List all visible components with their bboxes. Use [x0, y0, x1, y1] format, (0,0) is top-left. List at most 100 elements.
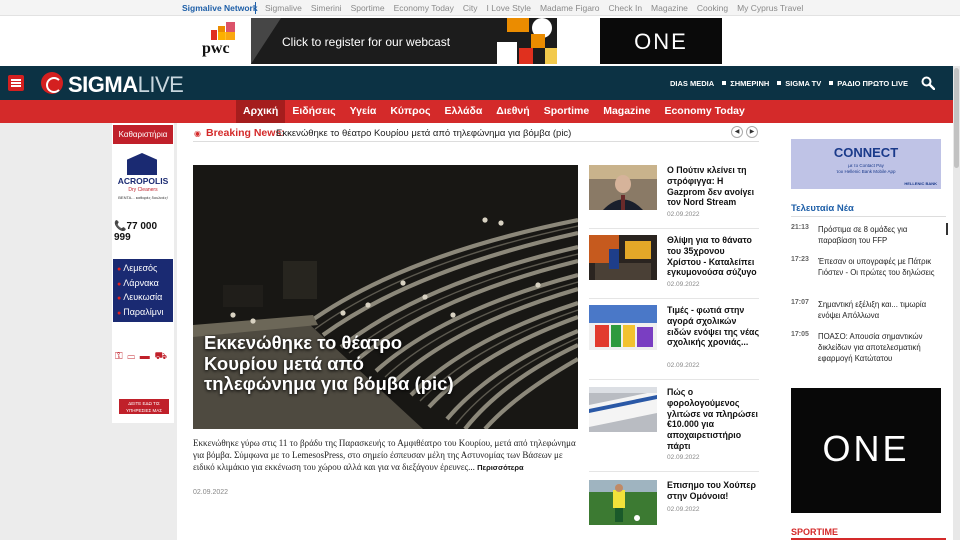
building-icon	[127, 153, 157, 175]
network-link[interactable]: City	[463, 3, 478, 13]
nav-item-international[interactable]: Διεθνή	[489, 100, 536, 123]
sigmalive-logo[interactable]: SIGMALIVE	[68, 72, 184, 98]
story-title[interactable]: Τιμές - φωτιά στην αγορά σχολικών ειδών …	[667, 305, 759, 348]
network-link[interactable]: My Cyprus Travel	[737, 3, 803, 13]
network-link[interactable]: Economy Today	[394, 3, 454, 13]
ad-category-label: Καθαριστήρια	[113, 125, 173, 144]
story-title[interactable]: Θλίψη για το θάνατο του 35χρονου Χρίστου…	[667, 235, 759, 278]
one-logo-text: ONE	[634, 29, 688, 54]
header-link-simerini[interactable]: ΣΗΜΕΡΙΝΗ	[722, 79, 769, 88]
page-scrollbar[interactable]	[953, 66, 960, 540]
network-link[interactable]: Madame Figaro	[540, 3, 600, 13]
cities-ad[interactable]: Λεμεσός Λάρνακα Λευκωσία Παραλίμνι	[113, 259, 173, 322]
nav-item-economy-today[interactable]: Economy Today	[657, 100, 751, 123]
laundry-icons: ⚿ ▭ ▬ ⛟	[115, 351, 169, 362]
header-links: DIAS MEDIA ΣΗΜΕΡΙΝΗ SIGMA TV ΡΑΔΙΟ ΠΡΩΤΟ…	[670, 79, 908, 88]
search-icon[interactable]	[921, 76, 935, 90]
hellenic-bank-logo: HELLENIC BANK	[904, 181, 937, 186]
pwc-logo: pwc	[193, 18, 251, 64]
pwc-logo-mark-icon	[211, 22, 235, 40]
network-link[interactable]: Sportime	[351, 3, 385, 13]
connect-line: του Hellenic Bank Mobile App	[836, 169, 896, 174]
latest-news-text[interactable]: Έπεσαν οι υπογραφές με Πάτρικ Γιόστεν - …	[818, 256, 948, 278]
network-link[interactable]: I Love Style	[487, 3, 531, 13]
nav-item-cyprus[interactable]: Κύπρος	[383, 100, 437, 123]
network-link[interactable]: Magazine	[651, 3, 688, 13]
header-link-label: ΡΑΔΙΟ ΠΡΩΤΟ LIVE	[837, 79, 908, 88]
story-thumbnail[interactable]	[589, 387, 657, 432]
story-divider	[589, 379, 759, 380]
nav-item-news[interactable]: Ειδήσεις	[285, 100, 342, 123]
side-story[interactable]: Επισημο του Χούπερ στην Ομόνοια! 02.09.2…	[589, 480, 759, 540]
read-more-link[interactable]: Περισσότερα	[477, 463, 524, 472]
nav-item-magazine[interactable]: Magazine	[596, 100, 657, 123]
one-side-banner[interactable]: ONE	[791, 388, 941, 513]
menu-icon[interactable]	[8, 75, 24, 91]
story-date: 02.09.2022	[667, 454, 700, 461]
phone-number[interactable]: 📞77 000 999	[114, 221, 174, 243]
connect-title: CONNECT	[833, 145, 899, 160]
network-brand-link[interactable]: Sigmalive Network	[182, 3, 258, 13]
network-links: Sigmalive Simerini Sportime Economy Toda…	[265, 3, 803, 13]
story-title[interactable]: Πώς ο φορολογούμενος γλιτώσε να πληρώσει…	[667, 387, 759, 452]
nav-item-sportime[interactable]: Sportime	[537, 100, 597, 123]
side-story[interactable]: Τιμές - φωτιά στην αγορά σχολικών ειδών …	[589, 305, 759, 380]
network-divider	[255, 2, 256, 14]
story-thumbnail[interactable]	[589, 480, 657, 525]
story-thumbnail[interactable]	[589, 305, 657, 350]
header-link-dias-media[interactable]: DIAS MEDIA	[670, 79, 714, 88]
header-link-label: ΣΗΜΕΡΙΝΗ	[730, 79, 770, 88]
story-divider	[589, 228, 759, 229]
sigmalive-logo-icon[interactable]	[41, 72, 63, 94]
hero-date: 02.09.2022	[193, 489, 229, 496]
square-bullet-icon	[777, 81, 782, 85]
side-story[interactable]: Ο Πούτιν κλείνει τη στρόφιγγα: Η Gazprom…	[589, 165, 759, 235]
network-bar: Sigmalive Network Sigmalive Simerini Spo…	[0, 0, 960, 16]
network-link[interactable]: Cooking	[697, 3, 728, 13]
one-top-banner[interactable]: ONE	[600, 18, 722, 64]
broadcast-icon: ◉	[194, 129, 201, 138]
square-bullet-icon	[722, 81, 727, 85]
acropolis-ad[interactable]: ACROPOLIS Dry Cleaners ΒΕΝΤΑ... καθαρές …	[113, 151, 173, 203]
network-link[interactable]: Sigmalive	[265, 3, 302, 13]
network-link[interactable]: Simerini	[311, 3, 342, 13]
pwc-webcast-banner[interactable]: pwc Click to register for our webcast	[193, 18, 557, 64]
acropolis-brand: ACROPOLIS	[117, 176, 169, 186]
story-thumbnail[interactable]	[589, 235, 657, 280]
connect-ad-banner[interactable]: CONNECT με το Contact Pay του Hellenic B…	[791, 139, 941, 189]
latest-news-text[interactable]: Σημαντική εξέλιξη και... τιμωρία ενόψει …	[818, 299, 948, 321]
pwc-geometric-shapes-icon	[497, 18, 557, 64]
pwc-webcast-cta[interactable]: Click to register for our webcast	[282, 35, 450, 49]
hero-title[interactable]: Εκκενώθηκε το θέατρο Κουρίου μετά από τη…	[204, 332, 454, 395]
prev-arrow-icon[interactable]: ◀	[731, 126, 743, 138]
story-thumbnail[interactable]	[589, 165, 657, 210]
nav-item-greece[interactable]: Ελλάδα	[437, 100, 489, 123]
site-header: SIGMALIVE DIAS MEDIA ΣΗΜΕΡΙΝΗ SIGMA TV Ρ…	[0, 66, 960, 100]
nav-item-health[interactable]: Υγεία	[343, 100, 384, 123]
story-title[interactable]: Ο Πούτιν κλείνει τη στρόφιγγα: Η Gazprom…	[667, 165, 759, 208]
logo-live-text: LIVE	[137, 72, 184, 97]
header-link-label: SIGMA TV	[785, 79, 822, 88]
network-link[interactable]: Check In	[609, 3, 643, 13]
side-story[interactable]: Πώς ο φορολογούμενος γλιτώσε να πληρώσει…	[589, 387, 759, 472]
page-scrollbar-thumb[interactable]	[954, 68, 959, 168]
main-nav: Αρχική Ειδήσεις Υγεία Κύπρος Ελλάδα Διεθ…	[0, 100, 960, 123]
hero-article-image[interactable]: Εκκενώθηκε το θέατρο Κουρίου μετά από τη…	[193, 165, 578, 429]
latest-news-text[interactable]: Πρόστιμα σε 8 ομάδες για παραβίαση του F…	[818, 224, 948, 246]
nav-item-home[interactable]: Αρχική	[236, 100, 286, 123]
story-title[interactable]: Επισημο του Χούπερ στην Ομόνοια!	[667, 480, 759, 502]
breaking-news-headline[interactable]: Εκκενώθηκε το θέατρο Κουρίου μετά από τη…	[276, 128, 571, 139]
story-date: 02.09.2022	[667, 506, 700, 513]
side-story[interactable]: Θλίψη για το θάνατο του 35χρονου Χρίστου…	[589, 235, 759, 305]
left-ad-column[interactable]: Καθαριστήρια ACROPOLIS Dry Cleaners ΒΕΝΤ…	[112, 123, 174, 423]
sportime-heading[interactable]: SPORTIME	[791, 527, 838, 537]
services-button[interactable]: ΔΕΙΤΕ ΕΔΩ ΤΙΣ ΥΠΗΡΕΣΙΕΣ ΜΑΣ	[119, 399, 169, 414]
next-arrow-icon[interactable]: ▶	[746, 126, 758, 138]
header-link-radio[interactable]: ΡΑΔΙΟ ΠΡΩΤΟ LIVE	[829, 79, 908, 88]
services-ad[interactable]: ⚿ ▭ ▬ ⛟ ΔΕΙΤΕ ΕΔΩ ΤΙΣ ΥΠΗΡΕΣΙΕΣ ΜΑΣ	[113, 343, 173, 419]
header-link-sigma-tv[interactable]: SIGMA TV	[777, 79, 821, 88]
latest-news-scrollbar[interactable]	[946, 223, 948, 235]
pwc-decor-shape-icon	[251, 18, 281, 64]
latest-news-text[interactable]: ΠΟΑΣΟ: Απουσία σημαντικών δικλείδων για …	[818, 331, 948, 364]
latest-news-time: 17:07	[791, 299, 809, 306]
